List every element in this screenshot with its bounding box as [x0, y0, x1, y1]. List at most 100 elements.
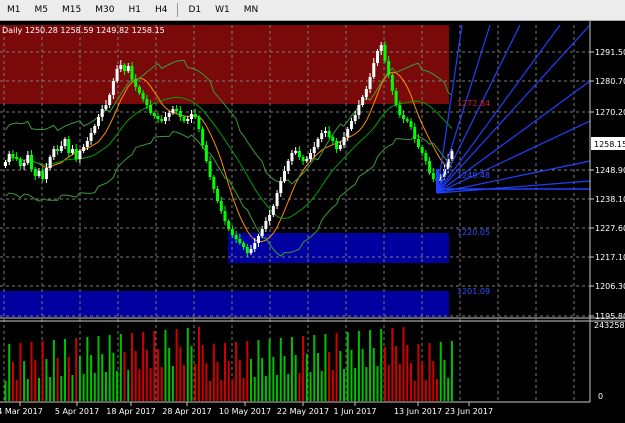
tf-m1[interactable]: M1	[0, 0, 28, 20]
volume-bar	[302, 336, 305, 401]
candle-body	[301, 157, 305, 161]
volume-bar	[350, 350, 353, 401]
candle-body	[349, 121, 353, 129]
candle-body	[56, 149, 60, 151]
candle-body	[178, 111, 182, 117]
date-tick-label: 22 May 2017	[277, 407, 329, 416]
candle-body	[130, 66, 134, 79]
candle-body	[74, 149, 78, 159]
candle-body	[4, 162, 7, 166]
volume-bar	[272, 357, 275, 401]
tf-h4[interactable]: H4	[148, 0, 175, 20]
price-chart[interactable]: 1272.84 1249.48 1220.05 1201.09 1291.50 1…	[0, 21, 625, 423]
volume-bar	[331, 370, 334, 401]
candle-body	[167, 113, 171, 117]
volume-bar	[190, 346, 193, 401]
volume-bar	[309, 372, 312, 401]
volume-bar	[439, 342, 442, 401]
date-tick-label: 1 Jun 2017	[333, 407, 376, 416]
date-tick-label: 28 Apr 2017	[162, 407, 211, 416]
candle-body	[409, 121, 413, 127]
volume-axis-max: 243258	[594, 321, 625, 330]
volume-bar	[402, 327, 405, 401]
candle-body	[163, 117, 167, 121]
candle-body	[134, 79, 138, 87]
price-tick-label: 1238.10	[595, 195, 625, 204]
candle-body	[420, 147, 424, 153]
volume-bar	[391, 328, 394, 401]
candle-body	[376, 51, 379, 63]
candle-body	[123, 65, 127, 71]
candle-body	[230, 229, 234, 235]
moving-average-slow	[5, 96, 453, 220]
candle-body	[22, 163, 26, 166]
tf-m15[interactable]: M15	[55, 0, 88, 20]
volume-bar	[183, 365, 186, 401]
candle-body	[212, 177, 216, 189]
tf-d1[interactable]: D1	[181, 0, 208, 20]
volume-bar	[264, 376, 267, 401]
candle-body	[413, 127, 417, 139]
candle-body	[323, 131, 327, 133]
volume-bar	[276, 375, 279, 401]
volume-bar	[149, 368, 152, 401]
zone-label: 1249.48	[457, 171, 490, 180]
volume-bar	[313, 335, 316, 401]
candle-body	[152, 113, 156, 116]
volume-bar	[130, 333, 133, 401]
candle-body	[41, 171, 45, 179]
volume-bar	[253, 377, 256, 401]
volume-bar	[37, 378, 40, 401]
candle-body	[175, 109, 179, 111]
candle-body	[405, 119, 409, 121]
price-tick-label: 1291.50	[595, 48, 625, 57]
candle-body	[171, 109, 175, 113]
volume-bar	[123, 352, 126, 401]
tf-mn[interactable]: MN	[237, 0, 266, 20]
current-price-label: 1258.15	[594, 140, 625, 149]
tf-m30[interactable]: M30	[88, 0, 121, 20]
volume-bar	[186, 328, 189, 401]
price-tick-label: 1195.80	[595, 312, 625, 321]
volume-bar	[179, 347, 182, 401]
candle-body	[450, 151, 454, 159]
candle-body	[253, 243, 257, 249]
volume-bar	[138, 369, 141, 401]
date-tick-label: 5 Apr 2017	[55, 407, 99, 416]
candle-body	[260, 229, 264, 236]
tf-w1[interactable]: W1	[208, 0, 237, 20]
candle-body	[11, 154, 15, 157]
candle-body	[283, 171, 286, 181]
volume-bar	[45, 359, 48, 401]
volume-bar	[220, 380, 223, 401]
volume-bar	[67, 357, 70, 401]
volume-bar	[8, 344, 11, 401]
zone-label: 1272.84	[457, 99, 490, 108]
volume-bar	[216, 362, 219, 401]
volume-bar	[127, 370, 130, 401]
volume-bar	[60, 376, 63, 401]
candle-body	[264, 221, 268, 229]
support-zone-lower	[0, 291, 449, 317]
volume-bar	[205, 363, 208, 401]
volume-bar	[41, 341, 44, 401]
tf-h1[interactable]: H1	[121, 0, 148, 20]
volume-bar	[290, 337, 293, 401]
volume-bar	[194, 364, 197, 401]
candle-body	[353, 115, 357, 121]
tf-m5[interactable]: M5	[28, 0, 56, 20]
volume-bar	[235, 342, 238, 401]
candle-body	[368, 77, 372, 89]
volume-bar	[64, 339, 67, 401]
candle-body	[387, 61, 391, 75]
zone-label: 1201.09	[457, 287, 490, 296]
volume-bar	[71, 375, 74, 401]
candle-body	[104, 105, 108, 109]
candle-body	[331, 137, 335, 141]
volume-bar	[209, 381, 212, 401]
candle-body	[398, 105, 402, 115]
candle-body	[190, 114, 193, 119]
date-axis: 4 Mar 2017 5 Apr 2017 18 Apr 2017 28 Apr 20…	[0, 402, 493, 416]
candle-body	[338, 145, 342, 149]
candle-body	[290, 153, 294, 161]
